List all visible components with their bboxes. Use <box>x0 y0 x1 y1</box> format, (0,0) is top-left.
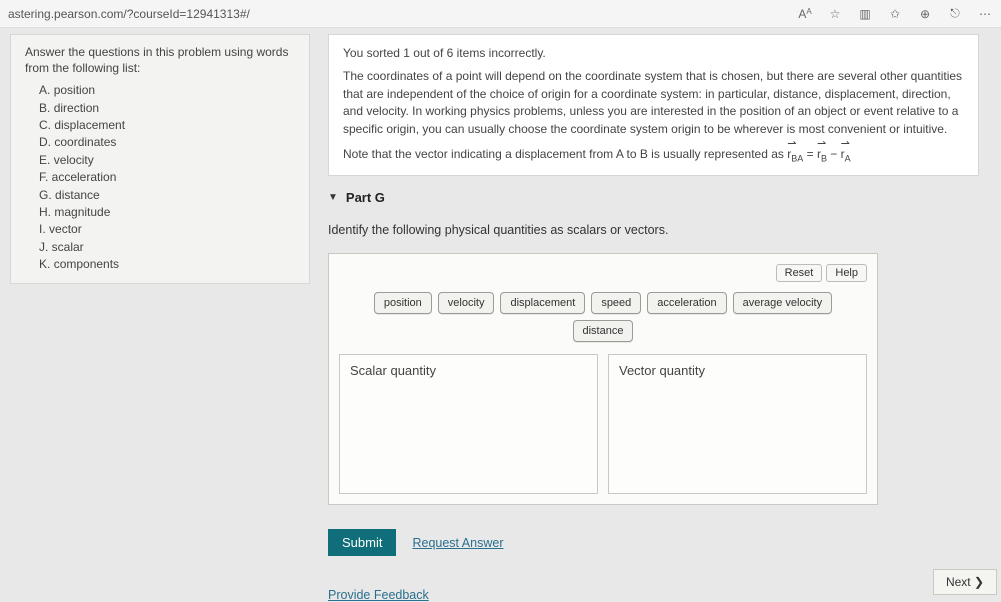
part-label: Part G <box>346 190 385 205</box>
list-item: E. velocity <box>39 152 295 169</box>
part-prompt: Identify the following physical quantiti… <box>328 223 979 237</box>
chip-row: distance <box>573 320 634 342</box>
list-item: H. magnitude <box>39 204 295 221</box>
list-item: C. displacement <box>39 117 295 134</box>
list-item: G. distance <box>39 187 295 204</box>
bin-scalar[interactable]: Scalar quantity <box>339 354 598 494</box>
next-button[interactable]: Next ❯ <box>933 569 997 595</box>
provide-feedback-link[interactable]: Provide Feedback <box>328 588 979 602</box>
collections-icon[interactable]: ⊕ <box>917 7 933 21</box>
vector-equation: rBA = rB − rA <box>787 147 850 161</box>
chip-row: position velocity displacement speed acc… <box>374 292 832 314</box>
browser-address-bar: astering.pearson.com/?courseId=12941313#… <box>0 0 1001 28</box>
split-icon[interactable]: ▥ <box>857 7 873 21</box>
submit-button[interactable]: Submit <box>328 529 396 556</box>
star-icon[interactable]: ☆ <box>827 7 843 21</box>
caret-down-icon: ▼ <box>328 192 338 203</box>
part-header[interactable]: ▼ Part G <box>328 190 979 205</box>
request-answer-link[interactable]: Request Answer <box>412 536 503 550</box>
favorite-icon[interactable]: ✩ <box>887 7 903 21</box>
chip-position[interactable]: position <box>374 292 432 314</box>
list-item: D. coordinates <box>39 134 295 151</box>
more-icon[interactable]: ⋯ <box>977 7 993 21</box>
sorter-controls: Reset Help <box>339 264 867 282</box>
feedback-note: Note that the vector indicating a displa… <box>343 146 964 165</box>
feedback-body: The coordinates of a point will depend o… <box>343 68 964 138</box>
main-content: You sorted 1 out of 6 items incorrectly.… <box>328 34 991 601</box>
browser-icon-area: AA ☆ ▥ ✩ ⊕ ⎋ ⋯ <box>797 6 993 21</box>
chip-pool: position velocity displacement speed acc… <box>339 292 867 342</box>
chip-speed[interactable]: speed <box>591 292 641 314</box>
list-item: A. position <box>39 82 295 99</box>
action-row: Submit Request Answer <box>328 529 979 556</box>
help-button[interactable]: Help <box>826 264 867 282</box>
page-body: Answer the questions in this problem usi… <box>0 28 1001 601</box>
list-item: K. components <box>39 256 295 273</box>
feedback-panel: You sorted 1 out of 6 items incorrectly.… <box>328 34 979 176</box>
sorting-widget: Reset Help position velocity displacemen… <box>328 253 878 505</box>
sidebar-options: A. position B. direction C. displacement… <box>25 82 295 273</box>
reset-button[interactable]: Reset <box>776 264 823 282</box>
list-item: J. scalar <box>39 239 295 256</box>
question-sidebar: Answer the questions in this problem usi… <box>10 34 310 284</box>
url-text: astering.pearson.com/?courseId=12941313#… <box>8 7 797 21</box>
bin-scalar-label: Scalar quantity <box>350 363 436 378</box>
drop-bins: Scalar quantity Vector quantity <box>339 354 867 494</box>
chip-displacement[interactable]: displacement <box>500 292 585 314</box>
bin-vector-label: Vector quantity <box>619 363 705 378</box>
feedback-lead: You sorted 1 out of 6 items incorrectly. <box>343 45 964 62</box>
sidebar-instruction: Answer the questions in this problem usi… <box>25 45 295 76</box>
bin-vector[interactable]: Vector quantity <box>608 354 867 494</box>
text-size-icon[interactable]: AA <box>797 7 813 21</box>
list-item: I. vector <box>39 221 295 238</box>
list-item: B. direction <box>39 100 295 117</box>
chip-distance[interactable]: distance <box>573 320 634 342</box>
chip-acceleration[interactable]: acceleration <box>647 292 726 314</box>
list-item: F. acceleration <box>39 169 295 186</box>
sync-icon[interactable]: ⎋ <box>947 6 963 21</box>
chip-velocity[interactable]: velocity <box>438 292 495 314</box>
chip-average-velocity[interactable]: average velocity <box>733 292 833 314</box>
